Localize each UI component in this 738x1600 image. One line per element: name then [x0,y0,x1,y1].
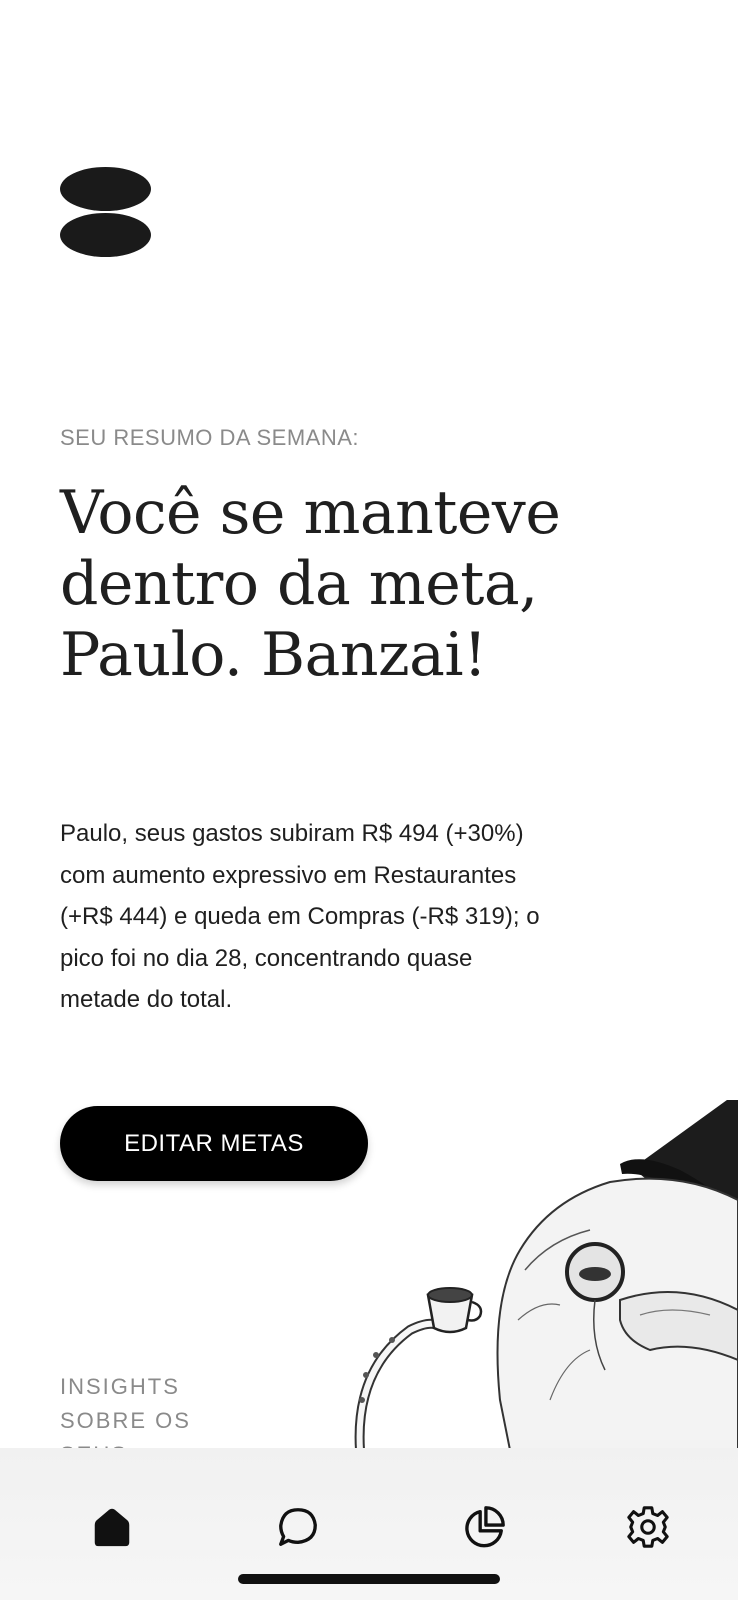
pie-chart-icon [465,1506,505,1548]
chat-bubble-icon [279,1508,317,1546]
home-icon [94,1508,130,1547]
summary-body: Paulo, seus gastos subiram R$ 494 (+30%)… [60,820,540,1013]
gear-icon [627,1506,669,1548]
summary-eyebrow: SEU RESUMO DA SEMANA: [60,425,360,450]
app-logo [60,167,151,257]
tab-chat[interactable] [271,1500,325,1554]
logo-pill-bottom [60,213,151,257]
tab-reports[interactable] [457,1500,511,1554]
home-indicator[interactable] [238,1574,500,1584]
summary-headline: Você se manteve dentro da meta, Paulo. B… [60,478,561,690]
octopus-illustration [354,1100,738,1450]
tab-home[interactable] [85,1500,139,1554]
logo-pill-top [60,167,151,211]
edit-goals-button[interactable]: EDITAR METAS [60,1106,368,1181]
tab-settings[interactable] [621,1500,675,1554]
